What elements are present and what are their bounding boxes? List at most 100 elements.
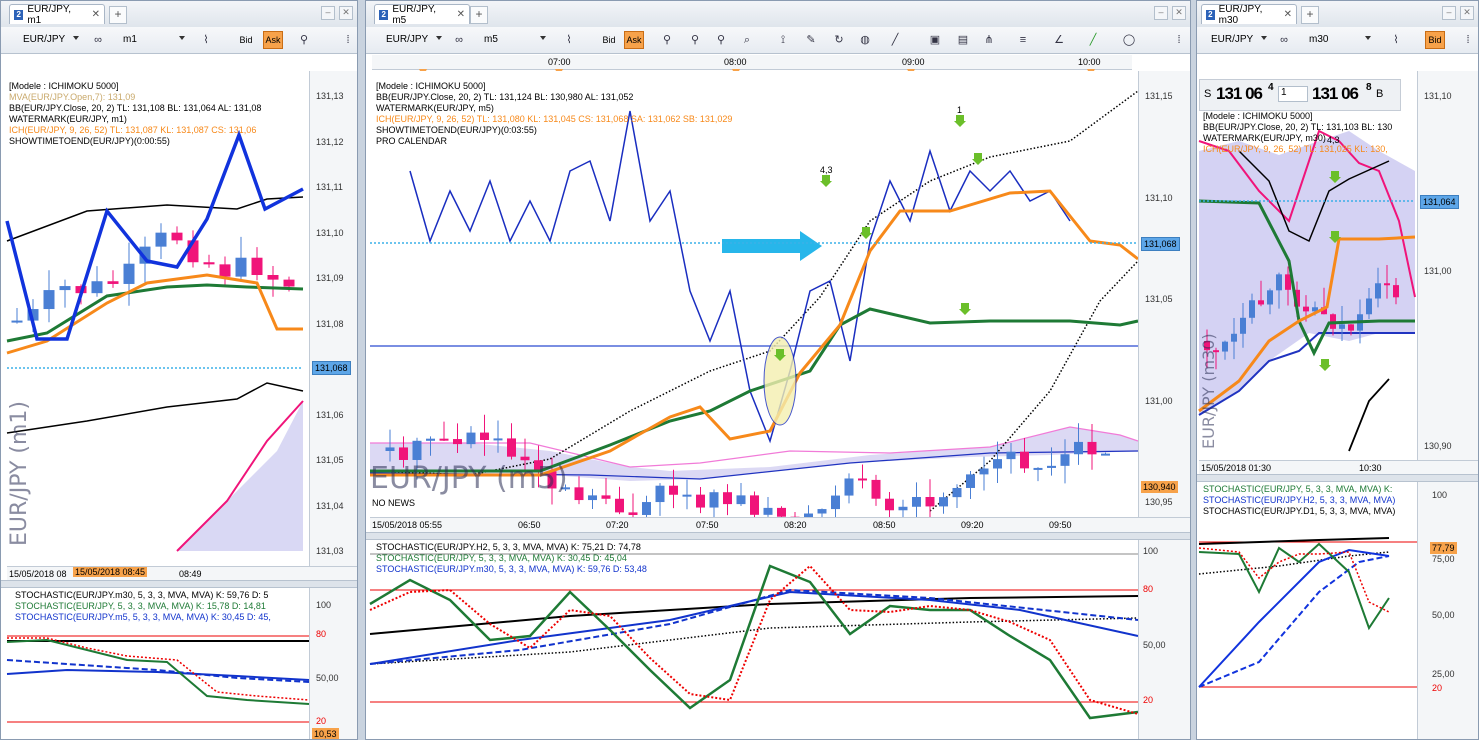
pointer-icon[interactable]: ⚲ [297, 33, 311, 47]
stoch-tick: 50,00 [1432, 610, 1455, 620]
stochastic-pane-m5[interactable]: STOCHASTIC(EUR/JPY.H2, 5, 3, 3, MVA, MVA… [369, 540, 1139, 739]
close-tab-icon[interactable]: ✕ [1284, 9, 1292, 20]
stoch-tick: 75,00 [1432, 554, 1455, 564]
legend-line: SHOWTIMETOEND(EUR/JPY)(0:00:55) [9, 136, 170, 146]
kumo-cloud [1199, 131, 1415, 415]
legend-line: WATERMARK(EUR/JPY, m30) [1203, 133, 1326, 143]
signal-arrow-icon [860, 227, 872, 239]
price-pane-m5[interactable]: [Modele : ICHIMOKU 5000] BB(EUR/JPY.Clos… [369, 71, 1139, 533]
bb-lower-line [6, 382, 304, 434]
stoch-d-line [7, 637, 310, 701]
quote-panel[interactable]: S 131 06 4 1 131 06 8 B [1199, 79, 1401, 111]
stoch-tick: 20 [1143, 695, 1154, 705]
candle-up [155, 232, 167, 247]
price-pane-m1[interactable]: [Modele : ICHIMOKU 5000] MVA(EUR/JPY.Ope… [5, 71, 309, 566]
price-axis-m5[interactable]: 131,15 131,10 131,05 131,00 130,95 131,068 130… [1138, 71, 1190, 517]
candle-up [898, 506, 908, 511]
candle-up [817, 509, 827, 514]
symbol-select[interactable]: EUR/JPY [1207, 31, 1269, 48]
price-tick: 131,15 [1145, 91, 1173, 101]
candle-down [439, 438, 449, 441]
buy-price[interactable]: 131 06 [1312, 84, 1359, 104]
candle-down [283, 279, 295, 287]
minimize-icon[interactable]: – [321, 6, 335, 20]
candle-down [858, 478, 867, 481]
stochastic-pane-m30[interactable]: STOCHASTIC(EUR/JPY, 5, 3, 3, MVA, MVA) K… [1198, 482, 1417, 739]
candle-down [669, 485, 678, 495]
bb-upper-dotted [369, 90, 1139, 476]
price-tick: 131,00 [1424, 266, 1452, 276]
minimize-icon[interactable]: – [1442, 6, 1456, 20]
toolbar-menu-icon[interactable]: ⁞ [1461, 33, 1475, 47]
price-tick: 131,06 [316, 409, 344, 420]
close-icon[interactable]: ✕ [339, 6, 353, 20]
tab-bar: 2 EUR/JPY, m1 ✕ + – ✕ [1, 1, 357, 28]
stoch-legend: STOCHASTIC(EUR/JPY, 5, 3, 3, MVA, MVA) K… [1203, 484, 1395, 517]
annotation-label: 4,3 [820, 165, 833, 175]
add-tab-button[interactable]: + [1301, 6, 1319, 24]
chart-type-icon[interactable]: ⌇ [199, 33, 213, 47]
candle-down [520, 456, 530, 461]
price-axis-m30[interactable]: 131,10 131,00 130,90 131,064 [1417, 71, 1478, 461]
time-label: 06:50 [518, 520, 541, 530]
ask-button[interactable]: Ask [263, 31, 283, 49]
candle-up [939, 497, 948, 507]
pane-separator[interactable] [366, 532, 1190, 540]
candle-down [251, 257, 263, 276]
bb-lower-black [1348, 378, 1390, 452]
close-icon[interactable]: ✕ [1460, 6, 1474, 20]
legend-line: ICH(EUR/JPY, 9, 26, 52) TL: 131,080 KL: … [376, 114, 733, 124]
bid-button[interactable]: Bid [1425, 31, 1445, 49]
stoch-m30-line [369, 590, 1139, 665]
price-pane-m30[interactable]: S 131 06 4 1 131 06 8 B [Modele : ICHIMO… [1198, 71, 1417, 461]
timeframe-value: m30 [1309, 34, 1329, 45]
time-label: 07:20 [606, 520, 629, 530]
toolbar-menu-icon[interactable]: ⁞ [341, 33, 355, 47]
candle-up [682, 494, 692, 497]
stoch-axis-m5: 100 80 50,00 20 [1138, 540, 1190, 739]
legend-line: STOCHASTIC(EUR/JPY.m30, 5, 3, 3, MVA, MV… [376, 564, 647, 574]
candle-up [1231, 333, 1237, 342]
stoch-axis-m1: 100 80 50,00 20 10,53 [309, 588, 357, 739]
sell-price[interactable]: 131 06 [1216, 84, 1263, 104]
chart-type-icon[interactable]: ⌇ [1389, 33, 1403, 47]
stoch-m30-dashed [369, 588, 1139, 665]
time-label: 15/05/2018 01:30 [1201, 463, 1272, 473]
pane-separator[interactable] [1197, 474, 1478, 482]
window-controls: – ✕ [1442, 6, 1474, 20]
stoch-h2-dotted [369, 617, 1139, 665]
timeframe-select[interactable]: m30 [1305, 31, 1373, 48]
candle-up [642, 502, 651, 515]
candle-up [493, 438, 503, 441]
timeframe-select[interactable]: m1 [119, 31, 187, 48]
symbol-select[interactable]: EUR/JPY [19, 31, 81, 48]
candle-down [171, 232, 183, 241]
price-axis-m1[interactable]: 131,13 131,12 131,11 131,10 131,09 131,08 131,… [309, 71, 357, 566]
tab-eurjpy-m1[interactable]: 2 EUR/JPY, m1 ✕ [9, 4, 105, 26]
legend-line: STOCHASTIC(EUR/JPY.m5, 5, 3, 3, MVA, MVA… [15, 612, 271, 622]
candle-down [1258, 300, 1264, 305]
close-tab-icon[interactable]: ✕ [92, 9, 100, 20]
stochastic-pane-m1[interactable]: STOCHASTIC(EUR/JPY.m30, 5, 3, 3, MVA, MV… [6, 588, 310, 739]
candle-down [1348, 324, 1354, 331]
price-tick: 131,08 [316, 318, 344, 329]
chikou-line [409, 110, 1071, 444]
window-controls: – ✕ [321, 6, 353, 20]
pane-separator[interactable] [1, 580, 357, 588]
candle-up [412, 440, 422, 460]
candle-up [1033, 467, 1043, 470]
glasses-icon[interactable]: ∞ [91, 33, 105, 47]
tab-eurjpy-m30[interactable]: 2 EUR/JPY, m30 ✕ [1201, 4, 1297, 26]
time-label: 09:20 [961, 520, 984, 530]
time-axis-m5: 15/05/2018 05:55 06:50 07:20 07:50 08:20… [370, 517, 1190, 532]
quantity-input[interactable]: 1 [1278, 86, 1308, 102]
candle-up [979, 468, 989, 475]
glasses-icon[interactable]: ∞ [1277, 33, 1291, 47]
bid-button[interactable]: Bid [237, 31, 255, 49]
candle-up [1060, 454, 1070, 466]
add-tab-button[interactable]: + [109, 6, 127, 24]
candle-up [1101, 453, 1110, 456]
signal-arrow-icon [959, 303, 971, 315]
stoch-tick: 25,00 [1432, 669, 1455, 679]
low-price-tag: 130,940 [1141, 481, 1178, 493]
